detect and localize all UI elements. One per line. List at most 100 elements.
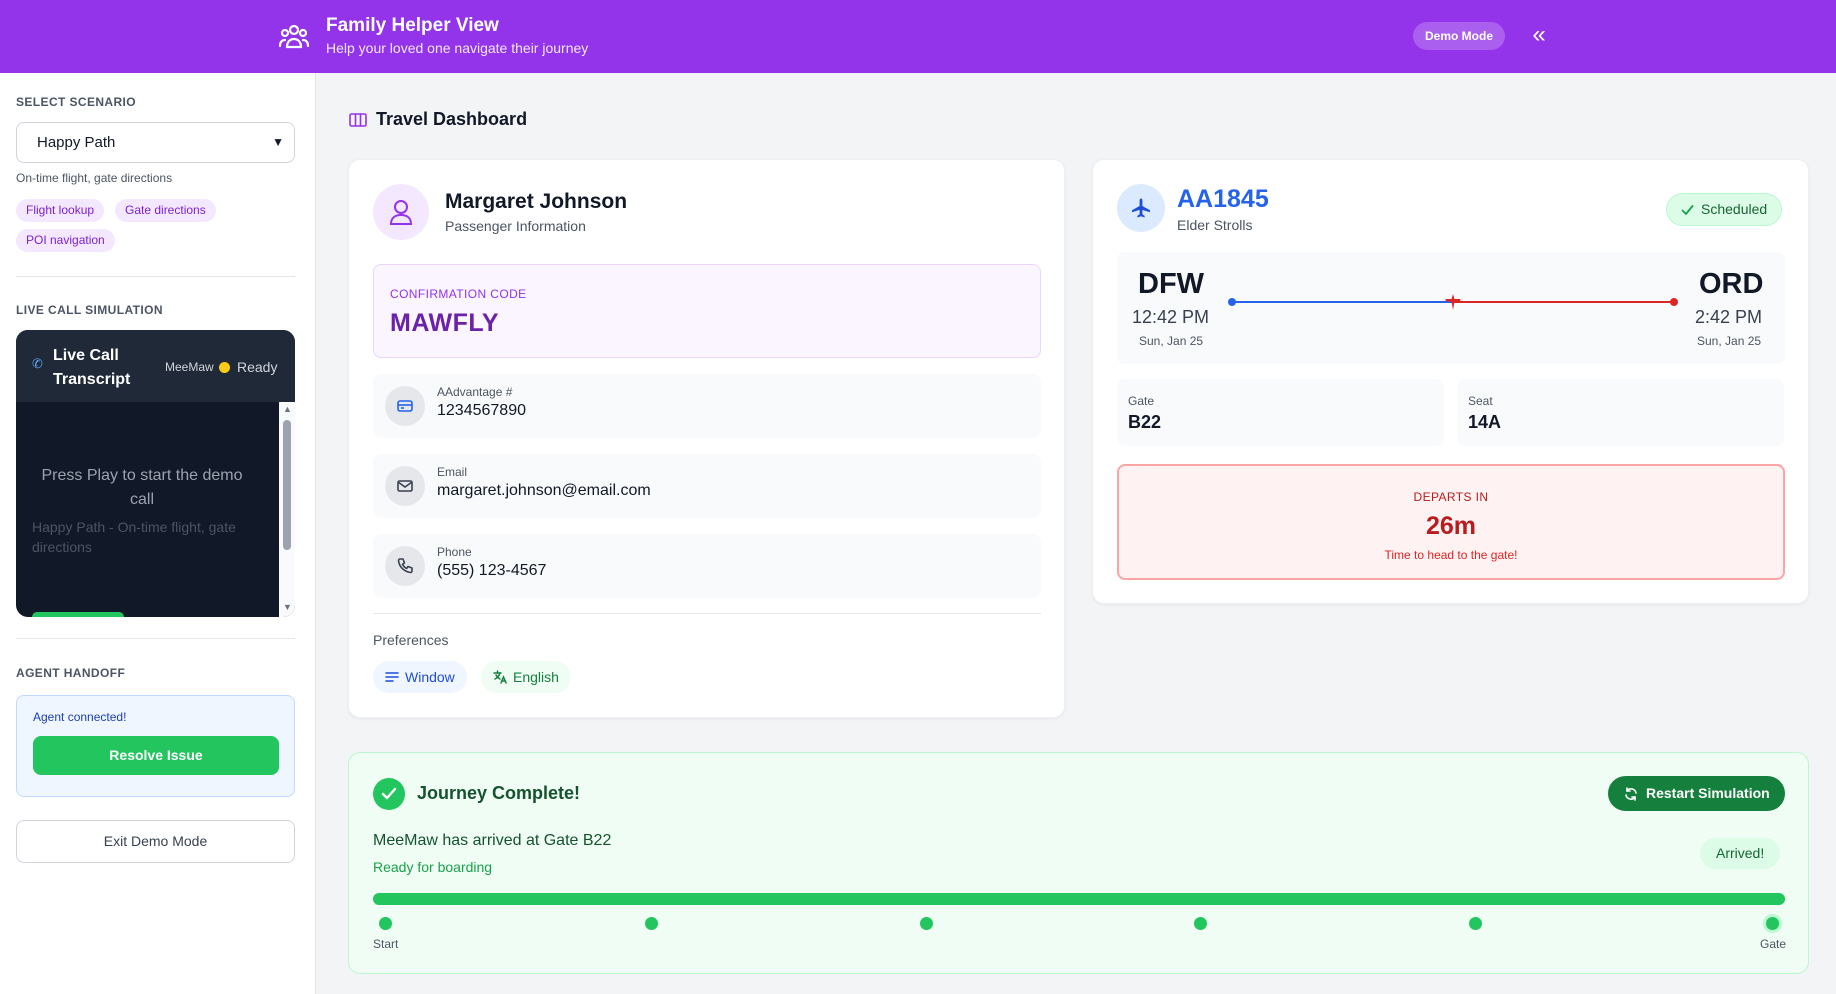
mail-icon (385, 466, 425, 506)
journey-progress-bar (373, 893, 1785, 905)
flight-card: AA1845 Elder Strolls Scheduled DFW 12:42… (1092, 159, 1809, 604)
gate-box: Gate B22 (1117, 379, 1444, 446)
origin-time: 12:42 PM (1132, 307, 1210, 327)
play-button[interactable] (32, 612, 124, 617)
plane-icon (1117, 184, 1165, 232)
progress-step (920, 917, 933, 930)
check-circle-icon (373, 778, 405, 810)
transcript-subtext: Happy Path - On-time flight, gate direct… (32, 519, 236, 555)
call-transcript-panel: ✆ Live Call Transcript MeeMaw Ready Pres… (16, 330, 295, 617)
flight-status: Scheduled (1701, 201, 1768, 217)
scenario-select[interactable]: Happy Path ▼ (16, 122, 295, 163)
check-icon (1681, 205, 1694, 215)
scenario-select-value: Happy Path (37, 134, 116, 151)
preference-window: Window (373, 661, 467, 693)
progress-step (645, 917, 658, 930)
progress-step (379, 917, 392, 930)
origin-date: Sun, Jan 25 (1139, 334, 1204, 348)
live-call-heading: LIVE CALL SIMULATION (16, 303, 163, 317)
progress-end-label: Gate (1760, 937, 1787, 951)
language-icon (493, 670, 507, 684)
scroll-thumb[interactable] (283, 420, 291, 550)
restart-label: Restart Simulation (1646, 785, 1770, 801)
confirmation-code: MAWFLY (390, 309, 500, 337)
restart-simulation-button[interactable]: Restart Simulation (1608, 776, 1785, 811)
resolve-issue-button[interactable]: Resolve Issue (33, 736, 279, 775)
scenario-tag: POI navigation (16, 229, 115, 252)
user-icon (389, 200, 413, 225)
origin-code: DFW (1138, 268, 1205, 300)
header-title: Family Helper View (326, 15, 499, 36)
arrived-badge: Arrived! (1700, 838, 1781, 869)
caller-name: MeeMaw (165, 360, 214, 374)
aadvantage-number: 1234567890 (437, 402, 526, 419)
app-header: Family Helper View Help your loved one n… (0, 0, 1836, 73)
preference-label: Window (405, 669, 455, 685)
call-transcript-header: ✆ Live Call Transcript MeeMaw Ready (16, 330, 295, 402)
info-label: Phone (437, 545, 472, 559)
page-title: Travel Dashboard (376, 109, 528, 129)
agent-status: Agent connected! (33, 710, 127, 724)
confirmation-label: CONFIRMATION CODE (390, 287, 527, 301)
header-subtitle: Help your loved one navigate their journ… (326, 40, 589, 56)
destination-time: 2:42 PM (1695, 307, 1763, 327)
demo-mode-badge: Demo Mode (1413, 22, 1506, 50)
scenario-tag: Flight lookup (16, 199, 105, 222)
progress-step (1194, 917, 1207, 930)
credit-card-icon (385, 386, 425, 426)
transcript-scrollbar[interactable]: ▲ ▼ (279, 402, 295, 617)
status-dot (219, 362, 230, 373)
info-label: AAdvantage # (437, 385, 513, 399)
scenario-description: On-time flight, gate directions (16, 171, 173, 185)
departs-label: DEPARTS IN (1413, 490, 1489, 504)
agent-handoff-heading: AGENT HANDOFF (16, 666, 126, 680)
transcript-body: Press Play to start the demo call Happy … (16, 402, 279, 617)
journey-title: Journey Complete! (417, 783, 581, 803)
seat-icon (385, 672, 399, 682)
flight-status-badge: Scheduled (1666, 193, 1783, 226)
progress-step (1469, 917, 1482, 930)
sidebar: SELECT SCENARIO Happy Path ▼ On-time fli… (0, 73, 316, 994)
passenger-name: Margaret Johnson (445, 190, 628, 213)
seat-value: 14A (1468, 412, 1502, 432)
email-value: margaret.johnson@email.com (437, 482, 651, 499)
family-icon (278, 24, 310, 49)
flight-number: AA1845 (1177, 185, 1269, 213)
destination-code: ORD (1699, 268, 1764, 300)
preference-label: English (513, 669, 559, 685)
flight-subtitle: Elder Strolls (1177, 217, 1253, 233)
journey-submessage: Ready for boarding (373, 859, 493, 875)
departure-countdown: DEPARTS IN 26m Time to head to the gate! (1117, 464, 1785, 580)
scroll-down-icon[interactable]: ▼ (283, 602, 292, 612)
select-scenario-heading: SELECT SCENARIO (16, 95, 137, 109)
scroll-up-icon[interactable]: ▲ (283, 404, 292, 414)
progress-step (1766, 917, 1779, 930)
call-status: Ready (237, 359, 278, 375)
preferences-label: Preferences (373, 632, 449, 648)
journey-message: MeeMaw has arrived at Gate B22 (373, 832, 612, 849)
refresh-icon (1625, 787, 1637, 801)
destination-date: Sun, Jan 25 (1697, 334, 1762, 348)
call-transcript-title: Live Call Transcript (53, 347, 131, 388)
preference-language: English (481, 661, 571, 693)
info-row-email: Email margaret.johnson@email.com (373, 454, 1041, 518)
confirmation-box: CONFIRMATION CODE MAWFLY (373, 264, 1041, 358)
avatar (373, 184, 429, 240)
chevrons-left-icon[interactable]: « (1527, 22, 1551, 50)
seat-label: Seat (1468, 394, 1493, 408)
agent-handoff-panel: Agent connected! Resolve Issue (16, 695, 295, 797)
seat-box: Seat 14A (1457, 379, 1784, 446)
divider (373, 613, 1041, 614)
departs-note: Time to head to the gate! (1384, 548, 1518, 562)
info-row-phone: Phone (555) 123-4567 (373, 534, 1041, 598)
scenario-tag: Gate directions (115, 199, 216, 222)
info-label: Email (437, 465, 468, 479)
divider (16, 276, 295, 277)
map-icon (349, 113, 367, 127)
chevron-down-icon: ▼ (272, 135, 284, 149)
journey-card: Journey Complete! Restart Simulation Mee… (348, 752, 1809, 974)
phone-icon (385, 546, 425, 586)
divider (16, 638, 295, 639)
exit-demo-button[interactable]: Exit Demo Mode (16, 820, 295, 863)
passenger-subtitle: Passenger Information (445, 218, 586, 234)
